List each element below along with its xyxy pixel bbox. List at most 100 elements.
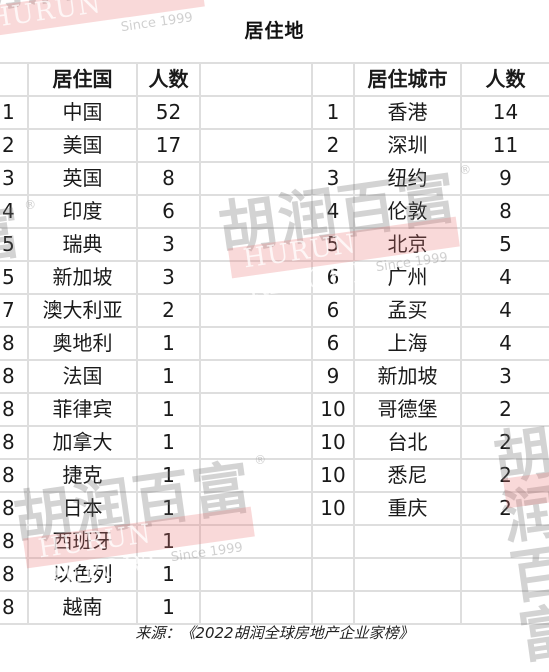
country-count: 1 — [136, 557, 201, 592]
spacer-cell — [199, 359, 313, 394]
table-row: 8 捷克 1 10 悉尼 2 — [0, 458, 549, 493]
city-count: 4 — [460, 293, 549, 328]
country-count: 1 — [136, 491, 201, 526]
spacer-cell — [199, 557, 313, 592]
country-rank: 8 — [0, 392, 29, 427]
country-count: 17 — [136, 128, 201, 163]
city-count: 2 — [460, 392, 549, 427]
table-row: 8 日本 1 10 重庆 2 — [0, 491, 549, 526]
country-rank: 8 — [0, 458, 29, 493]
table-row: 8 以色列 1 — [0, 557, 549, 592]
table-row: 4 印度 6 4 伦敦 8 — [0, 194, 549, 229]
table-row: 8 菲律宾 1 10 哥德堡 2 — [0, 392, 549, 427]
country-name: 新加坡 — [27, 260, 138, 295]
city-name-header: 居住城市 — [353, 62, 462, 97]
city-count: 5 — [460, 227, 549, 262]
country-name: 西班牙 — [27, 524, 138, 559]
table-row: 8 西班牙 1 — [0, 524, 549, 559]
table-row: 5 新加坡 3 6 广州 4 — [0, 260, 549, 295]
city-name: 广州 — [353, 260, 462, 295]
spacer-cell — [199, 458, 313, 493]
country-name: 越南 — [27, 590, 138, 625]
city-rank: 6 — [311, 260, 355, 295]
city-count: 4 — [460, 326, 549, 361]
spacer-cell — [199, 128, 313, 163]
country-rank: 3 — [0, 161, 29, 196]
country-count: 3 — [136, 227, 201, 262]
spacer-cell — [199, 293, 313, 328]
country-count: 1 — [136, 359, 201, 394]
source-note: 来源：《2022胡润全球房地产企业家榜》 — [135, 624, 414, 642]
country-count: 1 — [136, 425, 201, 460]
table-row: 8 法国 1 9 新加坡 3 — [0, 359, 549, 394]
city-name: 台北 — [353, 425, 462, 460]
spacer-cell — [199, 425, 313, 460]
city-count — [460, 524, 549, 559]
country-rank: 8 — [0, 557, 29, 592]
city-name: 纽约 — [353, 161, 462, 196]
city-count — [460, 590, 549, 625]
country-name: 菲律宾 — [27, 392, 138, 427]
country-name: 英国 — [27, 161, 138, 196]
city-name: 北京 — [353, 227, 462, 262]
city-count: 4 — [460, 260, 549, 295]
city-count: 2 — [460, 458, 549, 493]
city-name: 孟买 — [353, 293, 462, 328]
table-row: 7 澳大利亚 2 6 孟买 4 — [0, 293, 549, 328]
city-rank: 9 — [311, 359, 355, 394]
city-count: 2 — [460, 491, 549, 526]
country-rank: 8 — [0, 524, 29, 559]
table-row: 2 美国 17 2 深圳 11 — [0, 128, 549, 163]
header-row: 居住国 人数 居住城市 人数 — [0, 62, 549, 97]
city-name: 重庆 — [353, 491, 462, 526]
city-count-header: 人数 — [460, 62, 549, 97]
city-rank — [311, 590, 355, 625]
country-count: 6 — [136, 194, 201, 229]
spacer-cell — [199, 62, 313, 97]
city-rank: 10 — [311, 392, 355, 427]
country-count: 1 — [136, 458, 201, 493]
city-rank: 10 — [311, 491, 355, 526]
country-rank-header — [0, 62, 29, 97]
spacer-cell — [199, 194, 313, 229]
city-name — [353, 524, 462, 559]
city-count: 14 — [460, 95, 549, 130]
table-row: 1 中国 52 1 香港 14 — [0, 95, 549, 130]
country-name: 瑞典 — [27, 227, 138, 262]
country-count: 1 — [136, 524, 201, 559]
city-rank: 4 — [311, 194, 355, 229]
spacer-cell — [199, 524, 313, 559]
city-rank: 10 — [311, 425, 355, 460]
country-name: 以色列 — [27, 557, 138, 592]
city-name: 深圳 — [353, 128, 462, 163]
city-name — [353, 557, 462, 592]
country-rank: 4 — [0, 194, 29, 229]
country-name: 日本 — [27, 491, 138, 526]
country-count: 1 — [136, 590, 201, 625]
country-count: 52 — [136, 95, 201, 130]
country-name-header: 居住国 — [27, 62, 138, 97]
page-title: 居住地 — [244, 20, 305, 42]
country-rank: 8 — [0, 491, 29, 526]
table-row: 8 加拿大 1 10 台北 2 — [0, 425, 549, 460]
city-rank: 10 — [311, 458, 355, 493]
country-rank: 8 — [0, 359, 29, 394]
city-rank: 5 — [311, 227, 355, 262]
country-count-header: 人数 — [136, 62, 201, 97]
country-count: 3 — [136, 260, 201, 295]
table-row: 5 瑞典 3 5 北京 5 — [0, 227, 549, 262]
country-rank: 2 — [0, 128, 29, 163]
country-rank: 8 — [0, 425, 29, 460]
table-row: 8 越南 1 — [0, 590, 549, 625]
city-rank: 2 — [311, 128, 355, 163]
country-name: 捷克 — [27, 458, 138, 493]
country-name: 美国 — [27, 128, 138, 163]
spacer-cell — [199, 260, 313, 295]
city-name: 新加坡 — [353, 359, 462, 394]
country-name: 澳大利亚 — [27, 293, 138, 328]
city-rank — [311, 524, 355, 559]
city-rank: 1 — [311, 95, 355, 130]
country-rank: 1 — [0, 95, 29, 130]
city-count: 9 — [460, 161, 549, 196]
country-count: 8 — [136, 161, 201, 196]
